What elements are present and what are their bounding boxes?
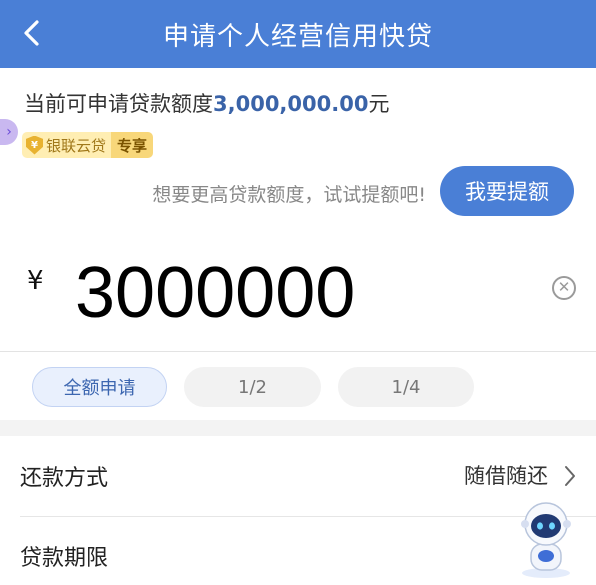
available-suffix: 元 (368, 92, 390, 116)
chip-quarter-amount[interactable]: 1/4 (338, 367, 474, 407)
robot-mascot-icon[interactable] (513, 500, 579, 580)
chevron-right-icon: › (6, 124, 12, 140)
section-gap (0, 420, 596, 436)
available-amount: 3,000,000.00 (213, 92, 369, 116)
badge-tag: 专享 (111, 132, 154, 158)
clear-circle-icon: ✕ (557, 278, 571, 296)
available-amount-line: 当前可申请贷款额度3,000,000.00元 (24, 88, 389, 118)
page-title: 申请个人经营信用快贷 (162, 21, 433, 52)
chip-half-amount[interactable]: 1/2 (184, 367, 321, 407)
exclusive-badge: ¥ 银联云贷 专享 (22, 132, 154, 158)
side-expand-tab[interactable]: › (0, 119, 18, 145)
shield-icon: ¥ (26, 135, 43, 155)
currency-symbol: ¥ (27, 266, 44, 296)
clear-amount-button[interactable]: ✕ (552, 276, 576, 300)
badge-brand: 银联云贷 (46, 136, 107, 155)
loan-amount-input[interactable] (75, 248, 515, 338)
chip-full-amount[interactable]: 全额申请 (32, 367, 167, 407)
top-bar: 申请个人经营信用快贷 (0, 0, 596, 68)
repayment-method-label: 还款方式 (20, 466, 109, 491)
raise-limit-hint: 想要更高贷款额度，试试提额吧! (152, 184, 426, 206)
chevron-right-icon[interactable] (563, 464, 577, 488)
available-prefix: 当前可申请贷款额度 (24, 92, 213, 116)
raise-limit-button[interactable]: 我要提额 (440, 166, 574, 216)
divider (0, 351, 596, 352)
loan-term-label: 贷款期限 (20, 546, 109, 571)
repayment-method-value: 随借随还 (464, 464, 548, 488)
